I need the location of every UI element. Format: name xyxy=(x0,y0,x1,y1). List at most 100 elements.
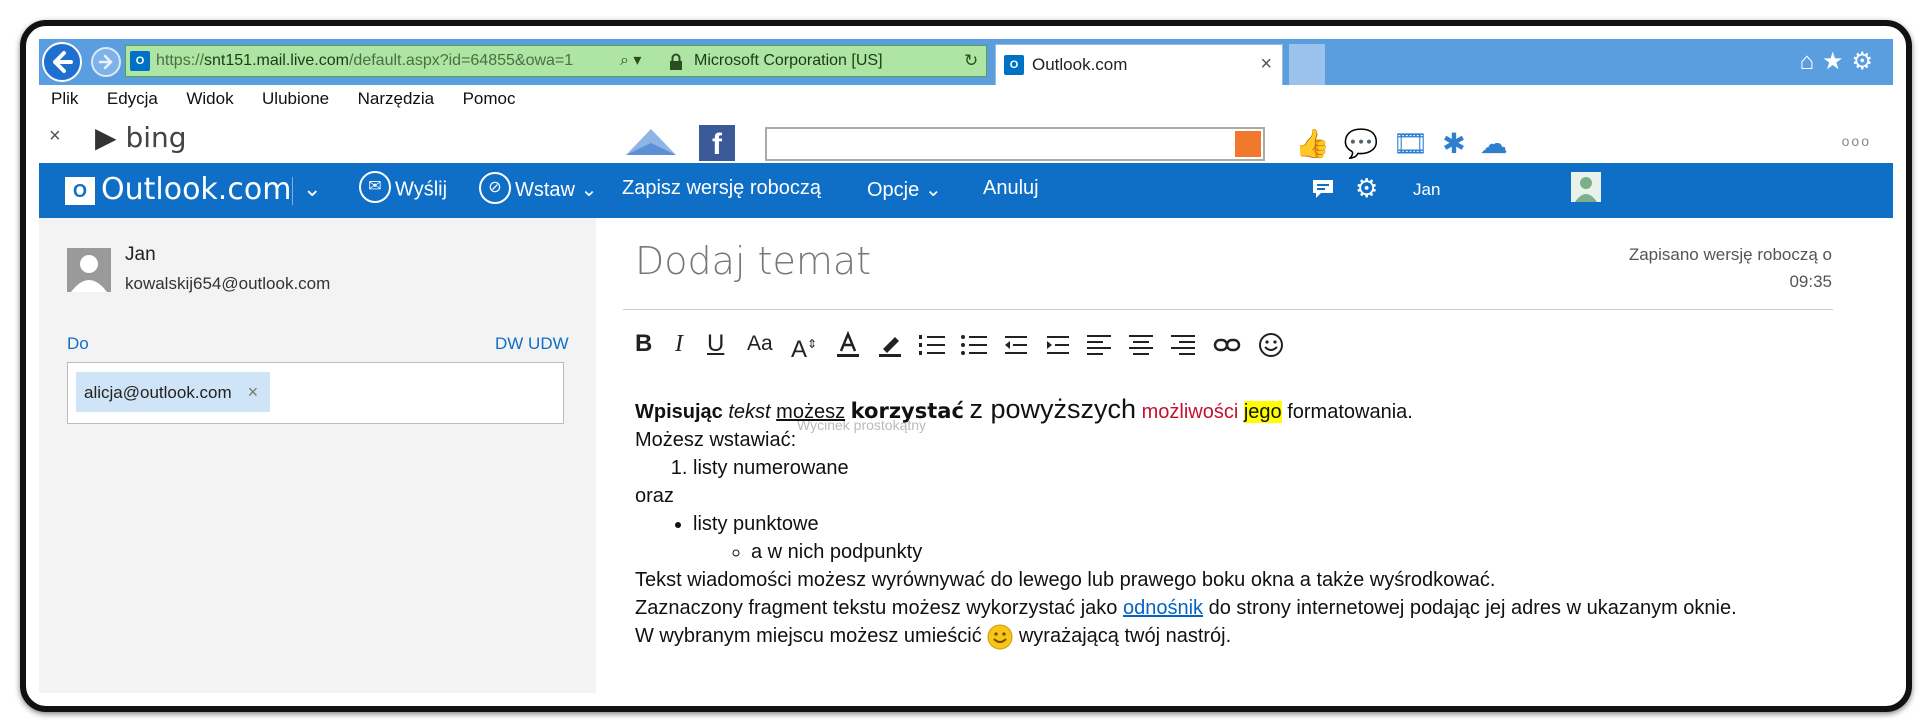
new-tab-button[interactable] xyxy=(1289,44,1325,85)
italic-button[interactable]: I xyxy=(675,327,683,361)
recipient-chip[interactable]: alicja@outlook.com × xyxy=(76,372,271,412)
forward-arrow-icon xyxy=(98,54,113,70)
app-switcher-chevron-icon[interactable]: ⌄ xyxy=(303,176,321,202)
to-recipients-input[interactable]: alicja@outlook.com × xyxy=(67,362,564,424)
font-size-button[interactable]: Aa xyxy=(747,327,773,361)
forward-button[interactable] xyxy=(91,47,121,77)
settings-icon[interactable]: ⚙ xyxy=(1355,173,1378,204)
facebook-icon[interactable]: f xyxy=(699,125,735,161)
insert-link-icon[interactable] xyxy=(1213,335,1241,355)
sub-bullet-list: a w nich podpunkty xyxy=(693,538,1845,566)
options-chevron-icon: ⌄ xyxy=(924,179,942,201)
align-center-icon[interactable] xyxy=(1129,333,1155,357)
back-button[interactable] xyxy=(42,42,82,82)
tab-outlook[interactable]: O Outlook.com × xyxy=(995,44,1283,85)
underline-button[interactable]: U xyxy=(707,327,724,361)
subject-input[interactable]: Dodaj temat xyxy=(635,239,871,283)
hyperlink-sample[interactable]: odnośnik xyxy=(1123,597,1203,619)
grow-font-button[interactable]: A⇕ xyxy=(791,327,817,367)
send-label: Wyślij xyxy=(395,178,448,201)
save-draft-button[interactable]: Zapisz wersję roboczą xyxy=(622,177,821,200)
tab-favicon-icon: O xyxy=(1004,55,1024,75)
message-body-editor[interactable]: Wpisując tekst możesz korzystać z powyżs… xyxy=(635,395,1845,650)
send-button[interactable]: ✉ Wyślij xyxy=(359,171,448,203)
subject-divider xyxy=(623,309,1833,310)
search-dropdown-icon[interactable]: ⌕ ▾ xyxy=(620,50,641,70)
settings-gear-icon[interactable]: ⚙ xyxy=(1851,48,1881,75)
bold-text-sample: Wpisując xyxy=(635,401,723,423)
outlook-favicon-icon: O xyxy=(130,51,150,71)
emoticon-icon[interactable] xyxy=(1257,331,1285,359)
numbered-list-icon[interactable] xyxy=(919,333,945,357)
increase-indent-icon[interactable] xyxy=(1045,333,1071,357)
menu-item-view[interactable]: Widok xyxy=(186,85,233,113)
send-icon: ✉ xyxy=(359,171,391,203)
like-icon[interactable]: 👍 xyxy=(1295,128,1344,159)
outlook-logo-text[interactable]: Outlook.com xyxy=(101,172,291,207)
url-text[interactable]: https://snt151.mail.live.com/default.asp… xyxy=(156,52,608,70)
mail-envelope-icon[interactable] xyxy=(624,125,678,161)
outlook-logo-icon[interactable]: O xyxy=(65,177,95,205)
toolbar-more-icon[interactable]: ooo xyxy=(1842,133,1871,149)
body-line-formatting: Wpisując tekst możesz korzystać z powyżs… xyxy=(635,395,1845,426)
insert-button[interactable]: ⊘ Wstaw ⌄ xyxy=(479,171,597,204)
highlight-color-icon[interactable] xyxy=(877,331,903,359)
options-label: Opcje xyxy=(867,179,920,201)
body-line-align: Tekst wiadomości możesz wyrównywać do le… xyxy=(635,569,1496,591)
favorites-star-icon[interactable]: ★ xyxy=(1822,48,1852,75)
bing-close-icon[interactable]: × xyxy=(49,125,61,148)
body-line-link: Zaznaczony fragment tekstu możesz wykorz… xyxy=(635,594,1845,622)
recipient-chip-label: alicja@outlook.com xyxy=(84,383,232,402)
bing-search-icon[interactable] xyxy=(1235,131,1261,157)
decrease-indent-icon[interactable] xyxy=(1003,333,1029,357)
highlighted-text-sample: jego xyxy=(1243,401,1282,423)
horoscope-icon[interactable]: ✱ xyxy=(1442,128,1479,159)
address-bar[interactable]: O https://snt151.mail.live.com/default.a… xyxy=(125,45,987,77)
menu-item-edit[interactable]: Edycja xyxy=(107,85,158,113)
align-left-icon[interactable] xyxy=(1087,333,1113,357)
bing-search-input[interactable] xyxy=(765,127,1265,161)
bing-logo-text: bing xyxy=(125,121,187,154)
draft-saved-status: Zapisano wersję roboczą o 09:35 xyxy=(1619,241,1832,295)
back-arrow-icon xyxy=(53,51,73,73)
bing-logo: ▶ bing xyxy=(95,121,187,154)
url-prefix: https:// xyxy=(156,52,205,69)
cc-bcc-link[interactable]: DW UDW xyxy=(495,334,569,354)
font-color-icon[interactable] xyxy=(835,331,861,359)
chat-icon[interactable]: 💬 xyxy=(1344,128,1393,159)
browser-top-bar: O https://snt151.mail.live.com/default.a… xyxy=(39,39,1893,85)
remove-recipient-icon[interactable]: × xyxy=(248,382,259,402)
tab-close-icon[interactable]: × xyxy=(1260,53,1272,76)
menu-item-tools[interactable]: Narzędzia xyxy=(358,85,435,113)
menu-item-favorites[interactable]: Ulubione xyxy=(262,85,329,113)
bold-button[interactable]: B xyxy=(635,327,652,361)
menu-item-help[interactable]: Pomoc xyxy=(463,85,516,113)
body-line1-rest: formatowania. xyxy=(1287,401,1413,423)
messenger-icon[interactable] xyxy=(1311,178,1335,200)
certificate-label[interactable]: Microsoft Corporation [US] xyxy=(694,52,883,70)
menu-item-file[interactable]: Plik xyxy=(51,85,78,113)
to-field-label[interactable]: Do xyxy=(67,334,89,354)
font-text-sample: korzystać xyxy=(850,399,964,423)
refresh-icon[interactable]: ↻ xyxy=(964,51,978,71)
link-line-after: do strony internetowej podając jej adres… xyxy=(1208,597,1737,619)
options-button[interactable]: Opcje ⌄ xyxy=(867,177,942,202)
align-right-icon[interactable] xyxy=(1171,333,1197,357)
sender-email: kowalskij654@outlook.com xyxy=(125,274,331,293)
user-name[interactable]: Jan xyxy=(1413,180,1440,200)
cancel-button[interactable]: Anuluj xyxy=(983,177,1039,200)
skype-icon[interactable]: ☁ xyxy=(1480,128,1522,159)
red-text-sample: możliwości xyxy=(1141,401,1239,423)
attach-paperclip-icon: ⊘ xyxy=(479,171,511,204)
video-icon[interactable]: 🎞 xyxy=(1393,128,1443,159)
home-icon[interactable]: ⌂ xyxy=(1799,48,1822,75)
bing-b-icon: ▶ xyxy=(95,121,117,154)
emoji-line-before: W wybranym miejscu możesz umieścić xyxy=(635,625,982,647)
bullet-list-icon[interactable] xyxy=(961,333,987,357)
body-line-or: oraz xyxy=(635,485,674,507)
user-avatar-icon[interactable] xyxy=(1571,172,1601,202)
sender-name: Jan xyxy=(125,244,156,265)
grow-font-label: A xyxy=(791,336,808,363)
lock-icon[interactable] xyxy=(669,53,683,71)
numbered-list: listy numerowane xyxy=(635,454,1845,482)
